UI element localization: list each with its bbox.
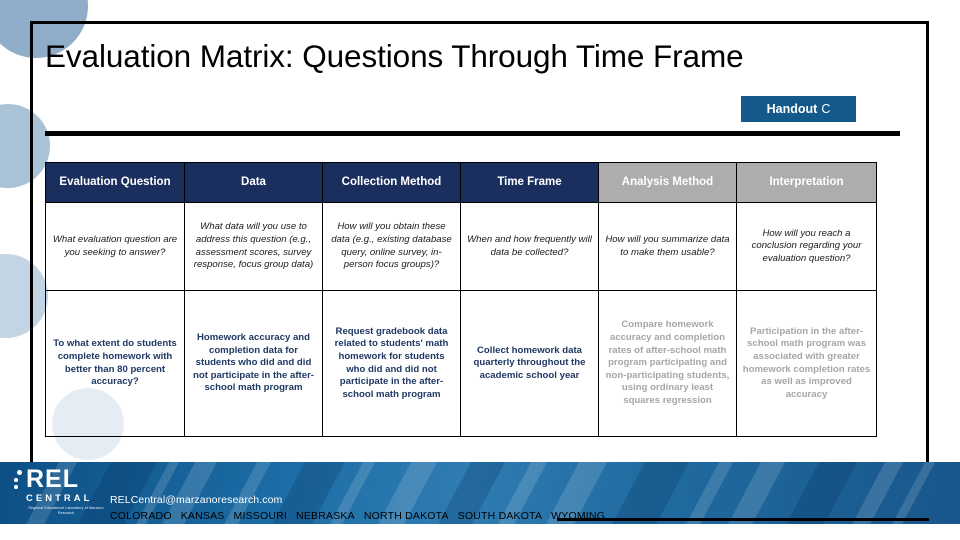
logo-primary-text: REL [26,465,79,493]
state-north-dakota: NORTH DAKOTA [363,510,449,522]
column-header-analysis-method: Analysis Method [598,162,737,203]
page-title: Evaluation Matrix: Questions Through Tim… [45,38,744,74]
column-header-evaluation-question: Evaluation Question [45,162,185,203]
state-kansas: KANSAS [180,510,225,522]
state-missouri: MISSOURI [233,510,288,522]
handout-badge: Handout C [741,96,856,122]
logo-tagline: Regional Educational Laboratory at Marza… [28,506,104,515]
cell-example-collection-method: Request gradebook data related to studen… [322,290,461,437]
cell-prompt-time-frame: When and how frequently will data be col… [460,202,599,291]
column-header-data: Data [184,162,323,203]
decorative-circle-lower [0,254,48,338]
footer-state-list: COLORADO KANSAS MISSOURI NEBRASKA NORTH DAKO… [110,510,614,522]
cell-prompt-analysis-method: How will you summarize data to make them… [598,202,737,291]
cell-prompt-data: What data will you use to address this q… [184,202,323,291]
cell-example-interpretation: Participation in the after-school math p… [736,290,877,437]
title-block: Evaluation Matrix: Questions Through Tim… [45,36,845,76]
logo-dots-icon [14,470,24,492]
handout-badge-label: Handout [766,102,818,116]
cell-prompt-evaluation-question: What evaluation question are you seeking… [45,202,185,291]
footer-underline-rule [557,518,929,521]
decorative-circle-middle [0,104,50,188]
cell-example-time-frame: Collect homework data quarterly througho… [460,290,599,437]
state-nebraska: NEBRASKA [296,510,355,522]
column-header-collection-method: Collection Method [322,162,461,203]
title-underline-rule [45,131,900,136]
state-colorado: COLORADO [110,510,172,522]
table-row: What evaluation question are you seeking… [45,202,877,291]
cell-example-analysis-method: Compare homework accuracy and completion… [598,290,737,437]
cell-prompt-collection-method: How will you obtain these data (e.g., ex… [322,202,461,291]
cell-example-evaluation-question: To what extent do students complete home… [45,290,185,437]
table-row: To what extent do students complete home… [45,290,877,437]
slide-canvas: Evaluation Matrix: Questions Through Tim… [0,0,960,540]
state-south-dakota: SOUTH DAKOTA [457,510,543,522]
column-header-interpretation: Interpretation [736,162,877,203]
cell-prompt-interpretation: How will you reach a conclusion regardin… [736,202,877,291]
column-header-time-frame: Time Frame [460,162,599,203]
cell-example-data: Homework accuracy and completion data fo… [184,290,323,437]
logo-secondary-text: CENTRAL [26,492,93,503]
handout-badge-letter: C [821,102,831,116]
footer-email[interactable]: RELCentral@marzanoresearch.com [110,494,282,506]
evaluation-matrix-table: Evaluation Question Data Collection Meth… [45,162,877,437]
table-header-row: Evaluation Question Data Collection Meth… [45,162,877,203]
rel-central-logo: REL CENTRAL Regional Educational Laborat… [14,466,112,515]
